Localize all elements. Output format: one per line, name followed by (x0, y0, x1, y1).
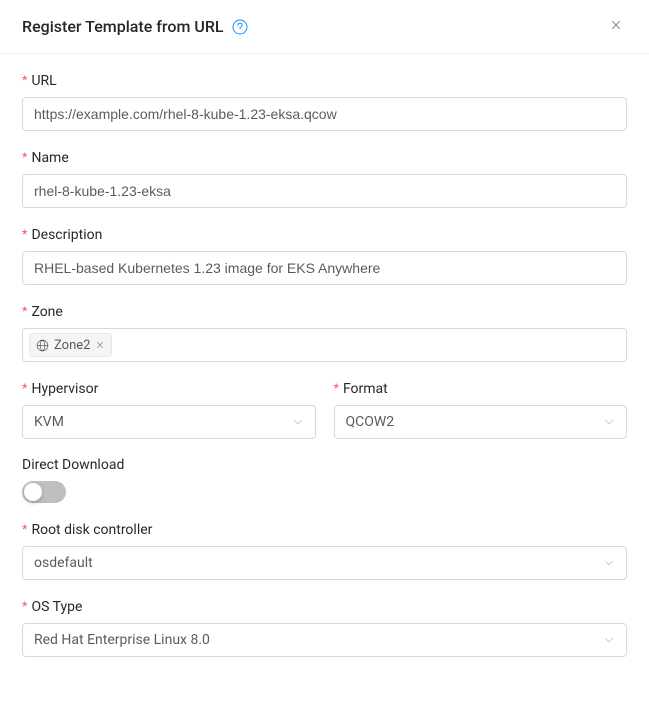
form-item-root-disk-controller: Root disk controller osdefault (22, 521, 627, 580)
os-type-label: OS Type (22, 598, 627, 615)
form-item-format: Format QCOW2 (334, 380, 628, 439)
os-type-value: Red Hat Enterprise Linux 8.0 (34, 632, 603, 648)
url-label: URL (22, 72, 627, 89)
close-icon[interactable] (605, 14, 627, 39)
direct-download-toggle[interactable] (22, 481, 66, 503)
root-disk-controller-value: osdefault (34, 555, 603, 571)
form-item-os-type: OS Type Red Hat Enterprise Linux 8.0 (22, 598, 627, 657)
form-item-direct-download: Direct Download (22, 457, 627, 503)
zone-select[interactable]: Zone2 (22, 328, 627, 362)
hypervisor-value: KVM (34, 414, 292, 430)
chevron-down-icon (603, 557, 615, 569)
name-input[interactable] (22, 174, 627, 208)
format-value: QCOW2 (346, 414, 604, 430)
description-label: Description (22, 226, 627, 243)
form-item-zone: Zone Zone2 (22, 303, 627, 362)
zone-label: Zone (22, 303, 627, 320)
help-icon[interactable] (232, 19, 248, 35)
hypervisor-format-row: Hypervisor KVM Format QCOW2 (22, 380, 627, 457)
modal-body: URL Name Description Zone (0, 54, 649, 685)
chevron-down-icon (603, 416, 615, 428)
chevron-down-icon (292, 416, 304, 428)
name-label: Name (22, 149, 627, 166)
hypervisor-label: Hypervisor (22, 380, 316, 397)
direct-download-label: Direct Download (22, 457, 627, 473)
chevron-down-icon (603, 634, 615, 646)
zone-tag-remove-icon[interactable] (95, 340, 105, 350)
form-item-hypervisor: Hypervisor KVM (22, 380, 316, 439)
hypervisor-select[interactable]: KVM (22, 405, 316, 439)
globe-icon (36, 339, 49, 352)
zone-tag: Zone2 (29, 333, 112, 357)
form-item-description: Description (22, 226, 627, 285)
description-input[interactable] (22, 251, 627, 285)
register-template-modal: Register Template from URL URL Name (0, 0, 649, 685)
zone-tag-label: Zone2 (54, 338, 90, 353)
format-label: Format (334, 380, 628, 397)
url-input[interactable] (22, 97, 627, 131)
root-disk-controller-select[interactable]: osdefault (22, 546, 627, 580)
modal-title: Register Template from URL (22, 17, 224, 36)
root-disk-controller-label: Root disk controller (22, 521, 627, 538)
form-item-name: Name (22, 149, 627, 208)
form-item-url: URL (22, 72, 627, 131)
format-select[interactable]: QCOW2 (334, 405, 628, 439)
modal-header: Register Template from URL (0, 0, 649, 54)
modal-title-wrap: Register Template from URL (22, 17, 248, 36)
os-type-select[interactable]: Red Hat Enterprise Linux 8.0 (22, 623, 627, 657)
